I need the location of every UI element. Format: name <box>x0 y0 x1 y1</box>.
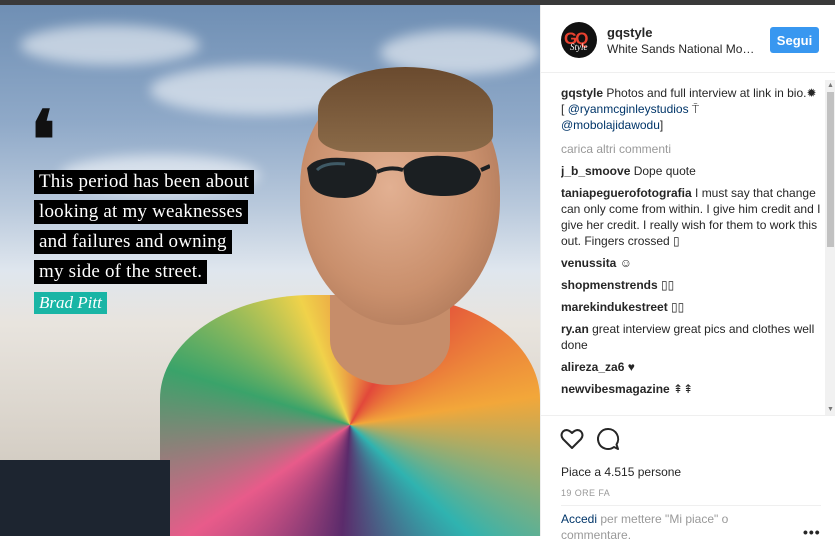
comment-text: ☺ <box>616 256 632 270</box>
caption-text: ] <box>659 118 664 132</box>
post-photo[interactable]: ❛ This period has been about looking at … <box>0 5 540 536</box>
comment-username[interactable]: marekindukestreet <box>561 300 668 314</box>
quote-author: Brad Pitt <box>34 292 107 314</box>
comment-username[interactable]: taniapeguerofotografia <box>561 186 692 200</box>
more-options-icon[interactable]: ••• <box>803 524 821 540</box>
header-username[interactable]: gqstyle <box>607 25 653 40</box>
quote-mark-icon: ❛ <box>30 93 56 187</box>
caption-mention[interactable]: @mobolajidawodu <box>561 118 660 132</box>
quote-line: and failures and owning <box>34 230 232 254</box>
comments-list[interactable]: gqstyle Photos and full interview at lin… <box>561 85 823 415</box>
comment: ry.an great interview great pics and clo… <box>561 321 823 353</box>
comment-username[interactable]: shopmenstrends <box>561 278 658 292</box>
quote-text: This period has been about looking at my… <box>34 170 254 314</box>
sunglasses <box>307 155 490 198</box>
caption-text: ⍑ <box>688 102 700 116</box>
comment: alireza_za6 ♥ <box>561 359 823 375</box>
scroll-up-arrow-icon[interactable]: ▲ <box>825 80 835 91</box>
comment-text: great interview great pics and clothes w… <box>561 322 815 352</box>
comment-text: ⇞⇞ <box>669 382 694 396</box>
comment: venussita ☺ <box>561 255 823 271</box>
comment: newvibesmagazine ⇞⇞ <box>561 381 823 397</box>
comment-text: Dope quote <box>630 164 696 178</box>
comment: j_b_smoove Dope quote <box>561 163 823 179</box>
truck <box>0 460 170 536</box>
login-link[interactable]: Accedi <box>561 512 597 526</box>
comment-username[interactable]: newvibesmagazine <box>561 382 670 396</box>
header-location[interactable]: White Sands National Monument <box>607 42 757 56</box>
quote-line: looking at my weaknesses <box>34 200 248 224</box>
comment: shopmenstrends ▯▯ <box>561 277 823 293</box>
post-side-panel: GQ Style gqstyle White Sands National Mo… <box>540 5 835 542</box>
login-prompt: Accedi per mettere "Mi piace" o commenta… <box>561 511 781 543</box>
heart-icon[interactable] <box>559 426 585 452</box>
scrollbar-thumb[interactable] <box>827 92 834 247</box>
divider <box>561 505 821 506</box>
quote-line: This period has been about <box>34 170 254 194</box>
comment: taniapeguerofotografia I must say that c… <box>561 185 823 249</box>
comment-username[interactable]: ry.an <box>561 322 589 336</box>
post-actions: Piace a 4.515 persone 19 ORE FA Accedi p… <box>541 415 835 542</box>
post-timestamp: 19 ORE FA <box>561 488 611 498</box>
hair <box>318 67 493 152</box>
comment-bubble-icon[interactable] <box>595 426 621 452</box>
follow-button[interactable]: Segui <box>770 27 819 53</box>
caption-text: Photos and full interview at link in bio… <box>603 86 807 100</box>
quote-line: my side of the street. <box>34 260 208 284</box>
avatar[interactable]: GQ Style <box>561 22 597 58</box>
comment: marekindukestreet ▯▯ <box>561 299 823 315</box>
comment-username[interactable]: j_b_smoove <box>561 164 630 178</box>
scroll-down-arrow-icon[interactable]: ▼ <box>825 404 835 415</box>
caption-mention[interactable]: @ryanmcginleystudios <box>568 102 689 116</box>
likes-count[interactable]: Piace a 4.515 persone <box>561 465 681 479</box>
avatar-logo-sub: Style <box>570 42 588 52</box>
cloud <box>20 25 200 65</box>
load-more-comments[interactable]: carica altri commenti <box>561 141 823 157</box>
comments-scrollbar[interactable]: ▲ ▼ <box>825 80 835 415</box>
comment-text: ▯▯ <box>667 300 685 314</box>
caption-username[interactable]: gqstyle <box>561 86 603 100</box>
comment-text: ♥ <box>624 360 635 374</box>
post-header: GQ Style gqstyle White Sands National Mo… <box>541 5 835 73</box>
comment-username[interactable]: venussita <box>561 256 616 270</box>
caption: gqstyle Photos and full interview at lin… <box>561 85 823 133</box>
comment-username[interactable]: alireza_za6 <box>561 360 624 374</box>
comment-text: ▯▯ <box>657 278 675 292</box>
